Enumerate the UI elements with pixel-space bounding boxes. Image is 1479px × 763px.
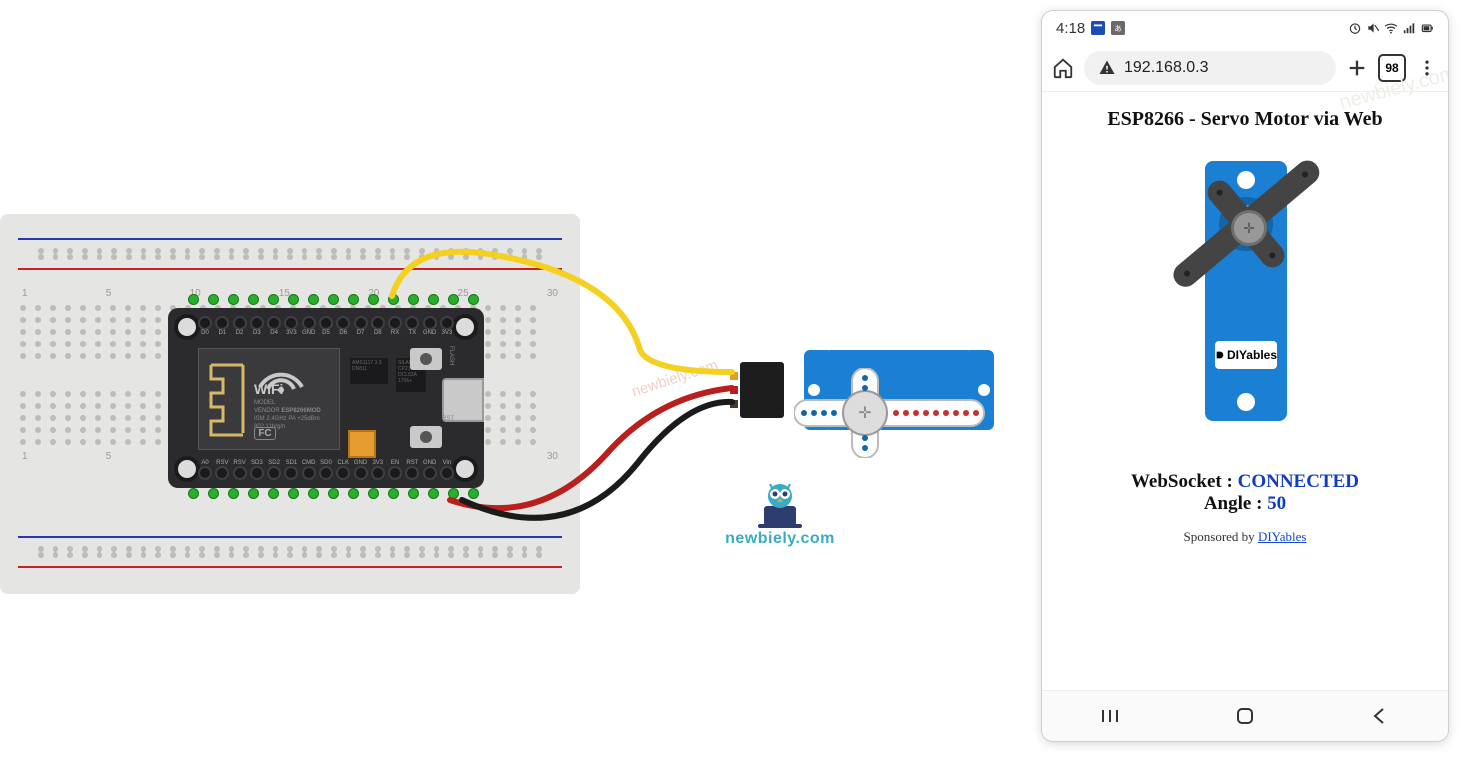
url-field[interactable]: 192.168.0.3: [1084, 51, 1336, 85]
wifi-label: WiFi: [254, 381, 283, 397]
status-time: 4:18: [1056, 20, 1085, 37]
wifi-module: WiFi MODEL VENDOR ESP8266MOD ISM 2.4GHz …: [198, 348, 340, 450]
pin-strip-top: D0D1D2D3D43V3GNDD5D6D7D8RXTXGND3V3: [198, 316, 454, 336]
app-icon: [1091, 21, 1105, 35]
svg-text:あ: あ: [1114, 24, 1122, 33]
browser-address-bar: 192.168.0.3 98: [1042, 45, 1448, 92]
sponsor-text: Sponsored by DIYables: [1052, 529, 1438, 545]
home-icon[interactable]: [1052, 57, 1074, 79]
regulator-chip: AMS1117 3.3 DN811: [350, 358, 388, 384]
esp8266-board: D0D1D2D3D43V3GNDD5D6D7D8RXTXGND3V3 A0RSV…: [168, 308, 484, 488]
header-pins-top: [188, 294, 479, 305]
mute-icon: [1366, 21, 1380, 35]
phone-status-bar: 4:18 あ: [1042, 11, 1448, 45]
servo-connector: [740, 362, 784, 418]
add-tab-icon[interactable]: [1346, 57, 1368, 79]
servo-motor: ✛: [804, 340, 994, 440]
svg-text:✛: ✛: [858, 405, 871, 422]
web-page: ESP8266 - Servo Motor via Web ✛: [1042, 92, 1448, 545]
signal-icon: [1402, 21, 1416, 35]
translate-icon: あ: [1111, 21, 1125, 35]
diyables-label: DIYables: [1215, 341, 1277, 369]
servo-arm: ✛: [794, 368, 1004, 458]
websocket-status: WebSocket : CONNECTED: [1052, 471, 1438, 493]
alarm-icon: [1348, 21, 1362, 35]
header-pins-bot: [188, 488, 479, 499]
url-text: 192.168.0.3: [1124, 59, 1209, 77]
diagram-container: newbiely.com newbiely.com newbiely.com n…: [0, 0, 1479, 763]
pin-strip-bot: A0RSVRSVSD3SD2SD1CMDSD0CLKGND3V3ENRSTGND…: [198, 460, 454, 480]
wifi-icon: [1384, 21, 1398, 35]
tabs-button[interactable]: 98: [1378, 54, 1406, 82]
android-nav-bar: [1042, 690, 1448, 741]
servo-hub: ✛: [1231, 210, 1267, 246]
fcc-icon: FC: [254, 427, 276, 440]
home-button[interactable]: [1233, 704, 1257, 728]
flash-button[interactable]: [410, 348, 442, 370]
insecure-icon: [1098, 59, 1116, 77]
battery-icon: [1420, 21, 1434, 35]
page-title: ESP8266 - Servo Motor via Web: [1052, 108, 1438, 131]
angle-status: Angle : 50: [1052, 493, 1438, 515]
watermark: newbiely.com: [630, 357, 721, 401]
component: [348, 430, 376, 458]
menu-icon[interactable]: [1416, 57, 1438, 79]
reset-button[interactable]: [410, 426, 442, 448]
phone-mockup: newbiely.com 4:18 あ 192.168.: [1041, 10, 1449, 742]
sponsor-link[interactable]: DIYables: [1258, 529, 1307, 544]
back-button[interactable]: [1368, 704, 1392, 728]
recents-button[interactable]: [1098, 704, 1122, 728]
servo-widget[interactable]: ✛ DIYables: [1175, 161, 1315, 421]
newbiely-logo: newbiely.com: [720, 480, 840, 548]
